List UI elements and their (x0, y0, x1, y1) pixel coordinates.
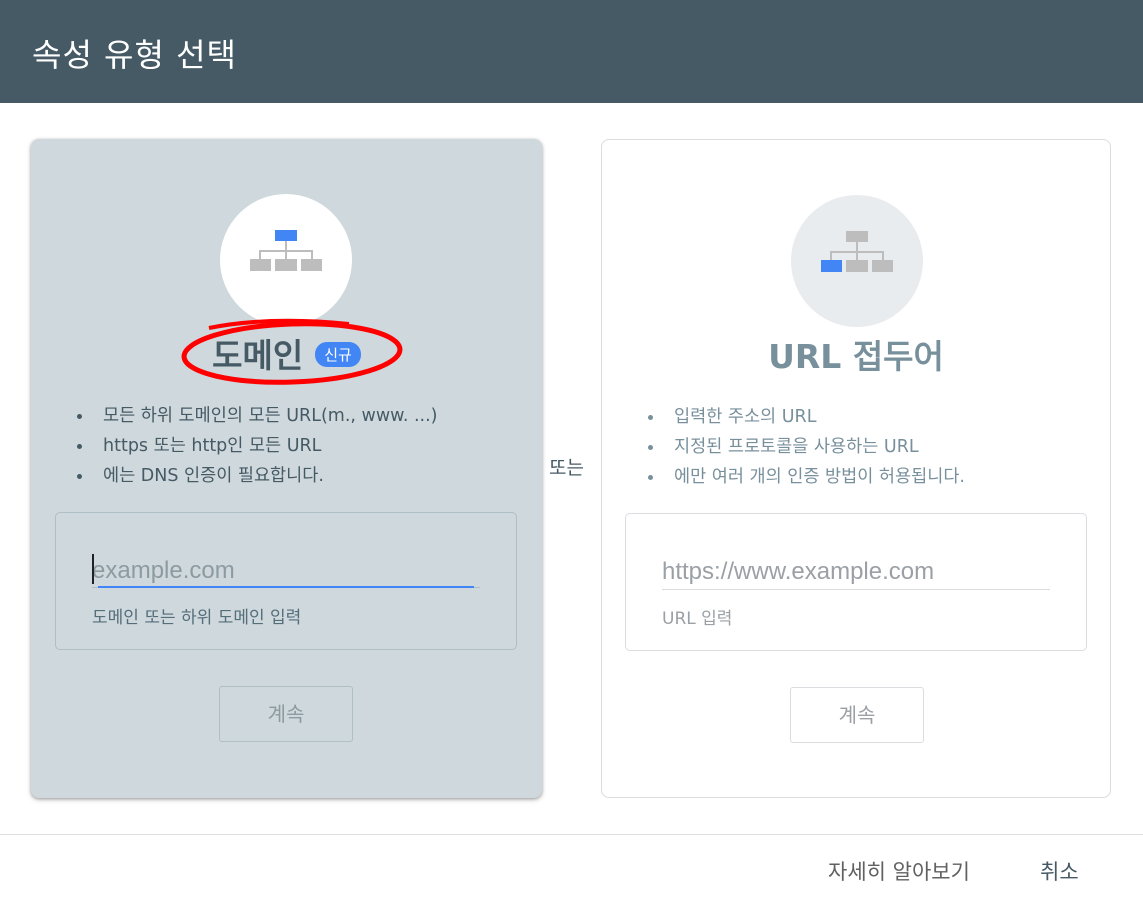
domain-card-title: 도메인 신규 (31, 329, 542, 377)
domain-icon-circle (220, 194, 352, 326)
domain-continue-button[interactable]: 계속 (219, 686, 353, 742)
url-input-box: URL 입력 (625, 513, 1087, 651)
list-item: 에만 여러 개의 인증 방법이 허용됩니다. (646, 462, 965, 492)
domain-sitemap-icon (250, 230, 322, 271)
text-caret (92, 554, 94, 584)
dialog-title: 속성 유형 선택 (32, 36, 237, 74)
domain-title-text: 도메인 (212, 336, 304, 375)
list-item: 입력한 주소의 URL (646, 402, 965, 432)
footer-divider (0, 834, 1143, 835)
list-item: 지정된 프로토콜을 사용하는 URL (646, 432, 965, 462)
url-prefix-card-title: URL 접두어 (768, 337, 944, 376)
domain-property-card[interactable]: 도메인 신규 모든 하위 도메인의 모든 URL(m., www. ...) ht… (31, 139, 542, 798)
input-focus-underline (98, 586, 474, 588)
or-separator: 또는 (549, 457, 584, 479)
learn-more-button[interactable]: 자세히 알아보기 (828, 856, 970, 886)
url-prefix-sitemap-icon (821, 231, 893, 272)
list-item: https 또는 http인 모든 URL (75, 431, 438, 461)
new-badge: 신규 (315, 342, 361, 367)
list-item: 모든 하위 도메인의 모든 URL(m., www. ...) (75, 401, 438, 431)
url-input-hint: URL 입력 (662, 609, 733, 629)
domain-feature-list: 모든 하위 도메인의 모든 URL(m., www. ...) https 또는… (75, 401, 438, 491)
url-continue-button[interactable]: 계속 (790, 687, 924, 743)
dialog-header: 속성 유형 선택 (0, 0, 1143, 103)
list-item: 에는 DNS 인증이 필요합니다. (75, 461, 438, 491)
url-prefix-icon-circle (791, 195, 923, 327)
domain-input-hint: 도메인 또는 하위 도메인 입력 (92, 608, 302, 628)
domain-input-box: 도메인 또는 하위 도메인 입력 (55, 512, 517, 650)
url-input[interactable] (662, 552, 1050, 592)
domain-input[interactable] (92, 551, 480, 591)
url-prefix-property-card[interactable]: URL 접두어 입력한 주소의 URL 지정된 프로토콜을 사용하는 URL 에… (601, 139, 1111, 798)
url-prefix-feature-list: 입력한 주소의 URL 지정된 프로토콜을 사용하는 URL 에만 여러 개의 … (646, 402, 965, 492)
input-underline (662, 589, 1050, 590)
cancel-button[interactable]: 취소 (1040, 856, 1079, 886)
